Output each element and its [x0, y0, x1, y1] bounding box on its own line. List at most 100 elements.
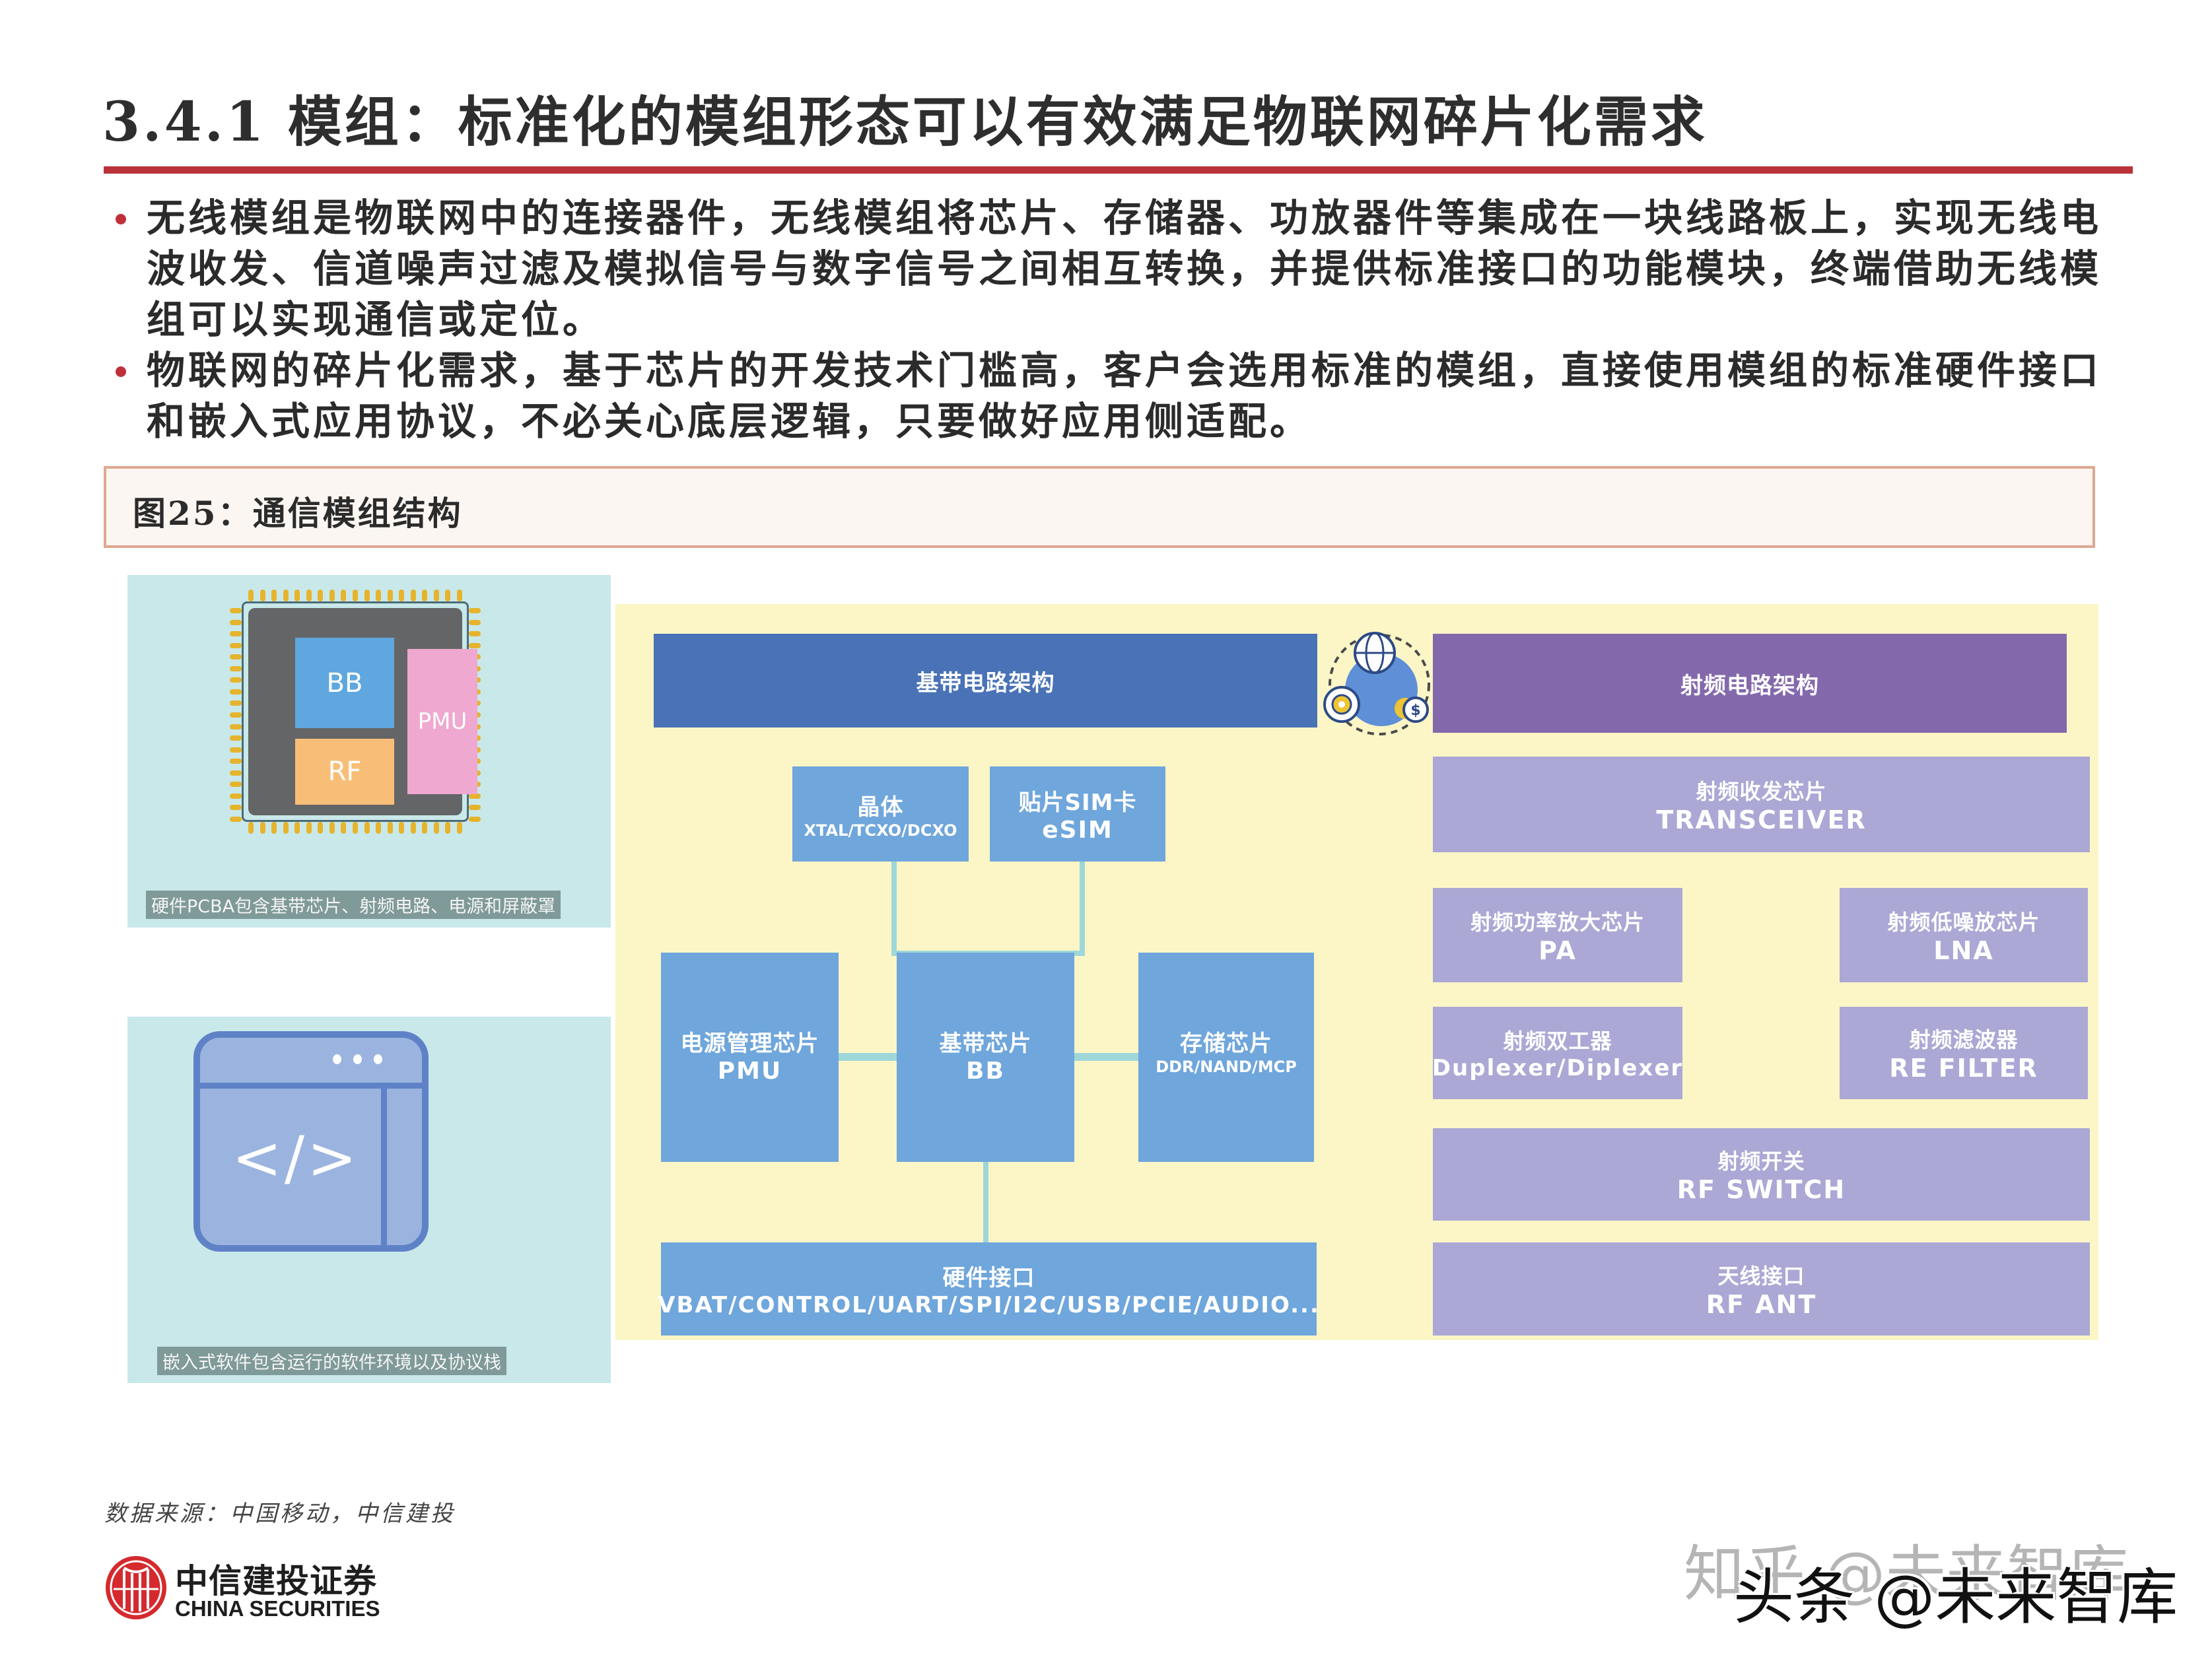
- chip-pin: [259, 590, 265, 601]
- chip-pin: [230, 747, 242, 753]
- antenna-block: 天线接口 RF ANT: [1433, 1242, 2090, 1336]
- chip-block-bb: BB: [295, 638, 394, 728]
- bullet-text: 物联网的碎片化需求，基于芯片的开发技术门槛高，客户会选用标准的模组，直接使用模组…: [147, 348, 2102, 444]
- chip-pin: [230, 631, 242, 637]
- hardware-pcba-panel: BB RF PMU 硬件PCBA包含基带芯片、射频电路、电源和屏蔽罩: [127, 575, 611, 928]
- chip-pin: [469, 631, 481, 637]
- chip-pin: [230, 793, 242, 799]
- pmu-block: 电源管理芯片 PMU: [661, 953, 839, 1162]
- chip-pin: [248, 822, 254, 834]
- chip-pin: [306, 590, 312, 601]
- chip-pin: [230, 642, 242, 648]
- chip-pin: [318, 822, 324, 834]
- watermark-toutiao: 头条 @未来智库: [1733, 1562, 2178, 1633]
- baseband-header: 基带电路架构: [654, 634, 1317, 728]
- chip-pin: [230, 724, 242, 729]
- chip-pin: [230, 619, 242, 625]
- transceiver-block: 射频收发芯片 TRANSCEIVER: [1433, 757, 2090, 852]
- chip-pin: [259, 822, 265, 834]
- globe-gear-network-icon: $: [1321, 624, 1438, 741]
- chip-pin: [230, 817, 242, 822]
- chip-pin: [306, 822, 312, 834]
- hardware-caption: 硬件PCBA包含基带芯片、射频电路、电源和屏蔽罩: [146, 891, 561, 919]
- chip-pin: [294, 590, 300, 601]
- svg-text:$: $: [1410, 702, 1420, 719]
- crystal-block: 晶体 XTAL/TCXO/DCXO: [792, 766, 969, 862]
- code-glyph: </>: [232, 1124, 360, 1193]
- chip-pin: [294, 822, 300, 834]
- chip-pin: [410, 822, 416, 834]
- chip-pin: [469, 793, 481, 799]
- chip-block-rf: RF: [295, 739, 394, 805]
- chip-pin: [353, 590, 358, 601]
- china-securities-logo-icon: [104, 1555, 170, 1621]
- code-window-icon: </>: [193, 1031, 429, 1252]
- rf-header: 射频电路架构: [1433, 634, 2067, 733]
- chip-pin: [376, 822, 382, 834]
- chip-pin: [230, 608, 242, 613]
- chip-pin: [329, 590, 335, 601]
- esim-block: 贴片SIM卡 eSIM: [990, 766, 1165, 862]
- chip-pin: [422, 590, 428, 601]
- chip-pin: [399, 822, 405, 834]
- hardware-interface-block: 硬件接口 VBAT/CONTROL/UART/SPI/I2C/USB/PCIE/…: [658, 1242, 1319, 1336]
- bullet-text: 无线模组是物联网中的连接器件，无线模组将芯片、存储器、功放器件等集成在一块线路板…: [147, 195, 2102, 342]
- chip-pin: [230, 712, 242, 718]
- embedded-software-panel: </> 嵌入式软件包含运行的软件环境以及协议栈: [127, 1017, 611, 1383]
- chip-pin: [230, 735, 242, 741]
- chip-pin: [283, 590, 289, 601]
- bullet-dot-icon: [116, 366, 126, 377]
- title-divider: [104, 166, 2133, 174]
- baseband-chip-block: 基带芯片 BB: [897, 953, 1074, 1162]
- chip-pin: [433, 822, 439, 834]
- chip-pin: [387, 590, 393, 601]
- chip-pin: [457, 590, 462, 601]
- bullet-item: 物联网的碎片化需求，基于芯片的开发技术门槛高，客户会选用标准的模组，直接使用模组…: [112, 345, 2113, 447]
- chip-pin: [248, 590, 254, 601]
- chip-pin: [445, 822, 451, 834]
- rf-switch-block: 射频开关 RF SWITCH: [1433, 1128, 2090, 1221]
- chip-pin: [469, 608, 481, 613]
- chip-pin: [230, 677, 242, 683]
- software-caption: 嵌入式软件包含运行的软件环境以及协议栈: [157, 1347, 506, 1375]
- duplexer-block: 射频双工器 Duplexer/Diplexer: [1432, 1007, 1682, 1099]
- chip-pin: [469, 805, 481, 811]
- lna-block: 射频低噪放芯片 LNA: [1840, 888, 2088, 982]
- chip-pin: [376, 590, 382, 601]
- data-source: 数据来源：中国移动，中信建投: [104, 1501, 456, 1527]
- chip-pin: [341, 590, 347, 601]
- bullet-dot-icon: [116, 214, 126, 224]
- figure-caption-box: 图25：通信模组结构: [104, 466, 2095, 548]
- chip-pin: [387, 822, 393, 834]
- chip-pin: [318, 590, 324, 601]
- chip-pin: [230, 759, 242, 764]
- chip-pin: [341, 822, 347, 834]
- chip-pin: [469, 619, 481, 625]
- chip-pin: [329, 822, 335, 834]
- chip-pin: [230, 689, 242, 694]
- chip-pin: [230, 770, 242, 776]
- chip-pin: [353, 822, 358, 834]
- bullet-item: 无线模组是物联网中的连接器件，无线模组将芯片、存储器、功放器件等集成在一块线路板…: [112, 193, 2113, 345]
- chip-pin: [469, 642, 481, 648]
- chip-pin: [230, 805, 242, 811]
- chip-pin: [230, 654, 242, 660]
- chip-pin: [422, 822, 428, 834]
- chip-pin: [283, 822, 289, 834]
- figure-caption: 图25：通信模组结构: [133, 494, 463, 533]
- chip-pin: [469, 817, 481, 822]
- logo-text-cn: 中信建投证券: [175, 1562, 377, 1600]
- chip-pin: [364, 822, 370, 834]
- chip-pin: [410, 590, 416, 601]
- pa-block: 射频功率放大芯片 PA: [1433, 888, 1682, 982]
- page-title: 3.4.1 模组：标准化的模组形态可以有效满足物联网碎片化需求: [102, 90, 1708, 154]
- storage-block: 存储芯片 DDR/NAND/MCP: [1138, 953, 1314, 1162]
- chip-pin: [271, 822, 277, 834]
- chip-pin: [230, 782, 242, 788]
- chip-pin: [230, 665, 242, 671]
- chip-pin: [433, 590, 439, 601]
- chip-block-pmu: PMU: [407, 649, 477, 794]
- chip-pin: [271, 590, 277, 601]
- bullet-list: 无线模组是物联网中的连接器件，无线模组将芯片、存储器、功放器件等集成在一块线路板…: [112, 193, 2113, 447]
- chip-pin: [364, 590, 370, 601]
